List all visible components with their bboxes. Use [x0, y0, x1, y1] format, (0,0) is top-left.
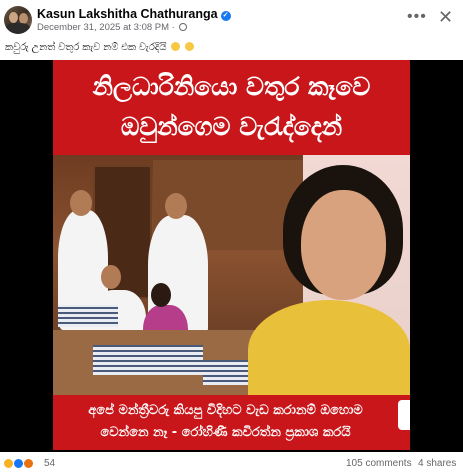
- avatar[interactable]: [4, 6, 32, 34]
- post-image[interactable]: නිලධාරිනියො වතුර කෑවෙ ඔවුන්ගෙම වැරැද්දෙන…: [53, 60, 410, 450]
- headline-line-1: නිලධාරිනියො වතුර කෑවෙ: [92, 72, 371, 101]
- post-meta: December 31, 2025 at 3:08 PM ·: [37, 22, 188, 33]
- more-horizontal-icon[interactable]: •••: [407, 9, 427, 25]
- post-footer: 54 105 comments 4 shares: [0, 456, 463, 472]
- sad-face-emoji-icon: [185, 42, 195, 51]
- post-header: Kasun Lakshitha Chathuranga ✓ December 31…: [0, 0, 463, 40]
- verified-badge-icon: ✓: [220, 11, 231, 21]
- channel-logo: [398, 400, 410, 430]
- comments-count[interactable]: 105 comments: [346, 458, 412, 469]
- post-image-container[interactable]: නිලධාරිනියො වතුර කෑවෙ ඔවුන්ගෙම වැරැද්දෙන…: [0, 60, 463, 452]
- subtitle-line-2: වෙන්නෙ නෑ - රෝහිණී කවිරත්න ප්‍රකාශ කරයි: [100, 425, 351, 440]
- subtitle-line-1: අපේ මන්ත්‍රීවරු කියපු විදිහට වැඩ කරානම් …: [88, 403, 363, 418]
- headline-banner: නිලධාරිනියො වතුර කෑවෙ ඔවුන්ගෙම වැරැද්දෙන…: [53, 60, 410, 155]
- author-name[interactable]: Kasun Lakshitha Chathuranga ✓: [37, 7, 231, 21]
- close-icon[interactable]: ✕: [438, 8, 453, 26]
- portrait-dress: [248, 300, 410, 400]
- post-timestamp[interactable]: December 31, 2025 at 3:08 PM: [37, 22, 169, 33]
- shares-count[interactable]: 4 shares: [418, 458, 456, 469]
- portrait-face: [301, 190, 386, 300]
- globe-icon: [179, 23, 188, 31]
- subtitle-banner: අපේ මන්ත්‍රීවරු කියපු විදිහට වැඩ කරානම් …: [53, 395, 410, 450]
- reaction-count[interactable]: 54: [44, 458, 55, 469]
- post-caption: කවුරු උනත් වතුර කැව නම් එක වැරදියි: [5, 42, 195, 53]
- sad-face-emoji-icon: [171, 42, 181, 51]
- headline-line-2: ඔවුන්ගෙම වැරැද්දෙන්: [120, 112, 343, 141]
- caption-text: කවුරු උනත් වතුර කැව නම් එක වැරදියි: [5, 42, 167, 53]
- angry-reaction-icon[interactable]: [23, 458, 34, 469]
- author-name-text[interactable]: Kasun Lakshitha Chathuranga: [37, 7, 218, 21]
